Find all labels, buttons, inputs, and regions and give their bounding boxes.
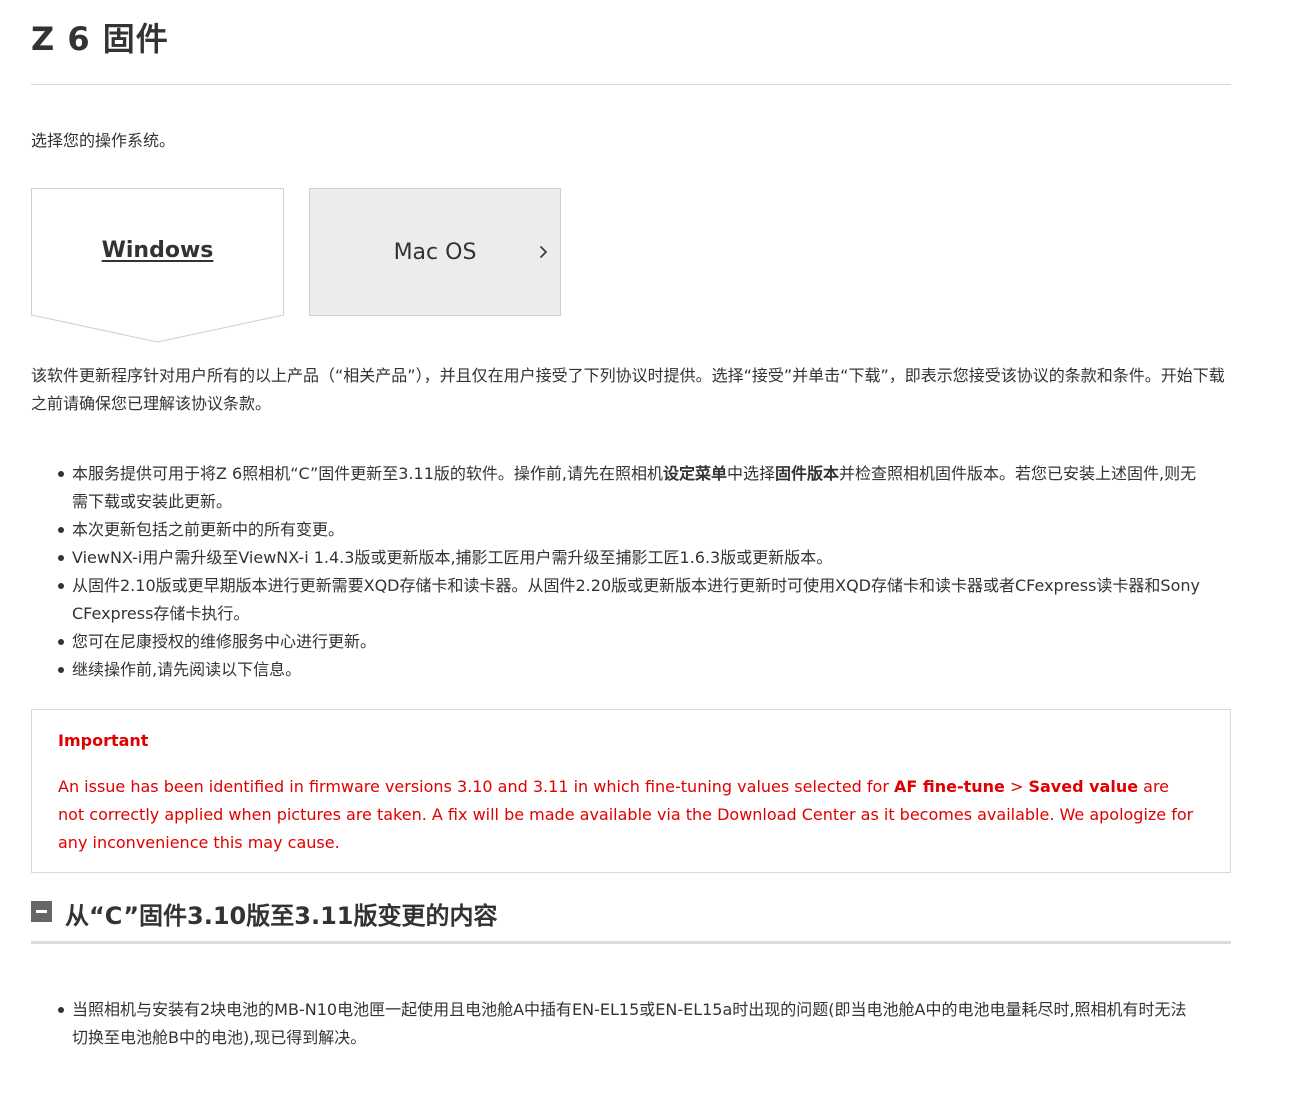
title-divider	[31, 84, 1231, 85]
tab-windows-label[interactable]: Windows	[31, 238, 284, 263]
bullet-icon	[58, 667, 64, 673]
notes-list: 本服务提供可用于将Z 6照相机“C”固件更新至3.11版的软件。操作前,请先在照…	[31, 460, 1201, 684]
os-select-prompt: 选择您的操作系统。	[31, 131, 176, 150]
os-tabs: Windows Mac OS	[31, 188, 591, 348]
changes-list: 当照相机与安装有2块电池的MB-N10电池匣一起使用且电池舱A中插有EN-EL1…	[31, 996, 1201, 1052]
license-intro: 该软件更新程序针对用户所有的以上产品（“相关产品”），并且仅在用户接受了下列协议…	[31, 366, 1225, 413]
saved-value-term: Saved value	[1028, 777, 1139, 796]
note-text: 从固件2.10版或更早期版本进行更新需要XQD存储卡和读卡器。从固件2.20版或…	[72, 576, 1200, 623]
note-text: 本服务提供可用于将Z 6照相机“C”固件更新至3.11版的软件。操作前,请先在照…	[72, 464, 663, 483]
list-item: ViewNX-i用户需升级至ViewNX-i 1.4.3版或更新版本,捕影工匠用…	[31, 544, 1201, 572]
note-text: 本次更新包括之前更新中的所有变更。	[72, 520, 345, 539]
list-item: 本服务提供可用于将Z 6照相机“C”固件更新至3.11版的软件。操作前,请先在照…	[31, 460, 1201, 516]
list-item: 从固件2.10版或更早期版本进行更新需要XQD存储卡和读卡器。从固件2.20版或…	[31, 572, 1201, 628]
bullet-icon	[58, 583, 64, 589]
tab-windows-frame	[31, 188, 284, 343]
list-item: 当照相机与安装有2块电池的MB-N10电池匣一起使用且电池舱A中插有EN-EL1…	[31, 996, 1201, 1052]
bullet-icon	[58, 639, 64, 645]
list-item: 继续操作前,请先阅读以下信息。	[31, 656, 1201, 684]
bullet-icon	[58, 1007, 64, 1013]
section-divider	[31, 941, 1231, 944]
list-item: 本次更新包括之前更新中的所有变更。	[31, 516, 1201, 544]
note-text: 中选择	[727, 464, 776, 483]
af-fine-tune-term: AF fine-tune	[894, 777, 1005, 796]
firmware-version-term: 固件版本	[775, 464, 840, 483]
note-text: 您可在尼康授权的维修服务中心进行更新。	[72, 632, 377, 651]
tab-mac-os-label[interactable]: Mac OS	[310, 240, 560, 265]
bullet-icon	[58, 527, 64, 533]
important-text: An issue has been identified in firmware…	[58, 773, 1198, 857]
important-notice: Important An issue has been identified i…	[31, 709, 1231, 873]
bullet-icon	[58, 555, 64, 561]
menu-path-separator: >	[1004, 777, 1029, 796]
collapse-minus-icon[interactable]	[31, 901, 52, 922]
important-text-part: An issue has been identified in firmware…	[58, 777, 894, 796]
page-title: Z 6 固件	[31, 20, 169, 58]
list-item: 您可在尼康授权的维修服务中心进行更新。	[31, 628, 1201, 656]
change-text: 当照相机与安装有2块电池的MB-N10电池匣一起使用且电池舱A中插有EN-EL1…	[72, 1000, 1187, 1047]
important-heading: Important	[58, 731, 149, 750]
setup-menu-term: 设定菜单	[663, 464, 728, 483]
tab-mac-os[interactable]: Mac OS	[309, 188, 561, 316]
section-title[interactable]: 从“C”固件3.10版至3.11版变更的内容	[65, 896, 497, 931]
bullet-icon	[58, 471, 64, 477]
changes-section-header[interactable]: 从“C”固件3.10版至3.11版变更的内容	[31, 894, 1231, 945]
chevron-right-icon	[539, 244, 548, 263]
note-text: ViewNX-i用户需升级至ViewNX-i 1.4.3版或更新版本,捕影工匠用…	[72, 548, 833, 567]
tab-windows[interactable]: Windows	[31, 188, 284, 343]
note-text: 继续操作前,请先阅读以下信息。	[72, 660, 302, 679]
